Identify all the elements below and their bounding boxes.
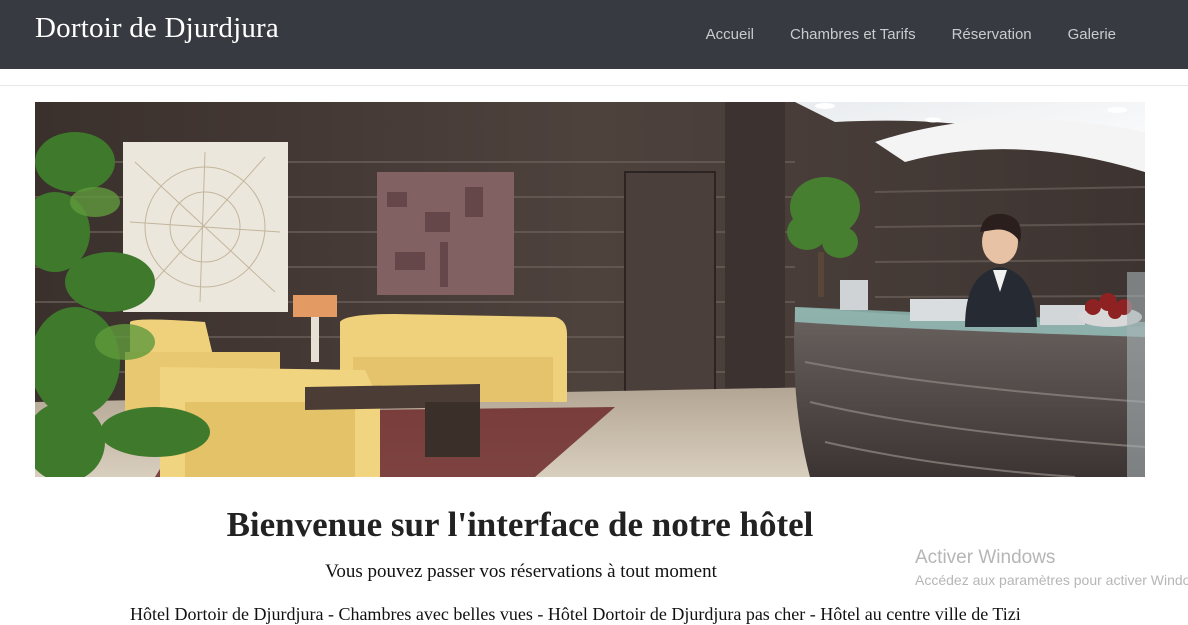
navbar: Dortoir de Djurdjura Accueil Chambres et…: [0, 0, 1188, 69]
nav-link-reservation[interactable]: Réservation: [952, 26, 1032, 43]
activate-windows-title: Activer Windows: [915, 547, 1056, 568]
hotel-lobby-illustration: [35, 102, 1145, 477]
activate-windows-subtitle: Accédez aux paramètres pour activer Wind…: [915, 572, 1188, 588]
welcome-heading: Bienvenue sur l'interface de notre hôtel: [226, 505, 814, 544]
nav-link-chambres-tarifs[interactable]: Chambres et Tarifs: [790, 26, 916, 43]
header-divider: [0, 85, 1188, 86]
nav-link-accueil[interactable]: Accueil: [706, 26, 754, 43]
welcome-subtitle: Vous pouvez passer vos réservations à to…: [325, 561, 717, 582]
nav-link-galerie[interactable]: Galerie: [1068, 26, 1116, 43]
hero-image: [35, 102, 1145, 477]
seo-description: Hôtel Dortoir de Djurdjura - Chambres av…: [130, 604, 1021, 624]
brand-logo-link[interactable]: Dortoir de Djurdjura: [35, 12, 279, 45]
main-nav: Accueil Chambres et Tarifs Réservation G…: [706, 0, 1116, 69]
